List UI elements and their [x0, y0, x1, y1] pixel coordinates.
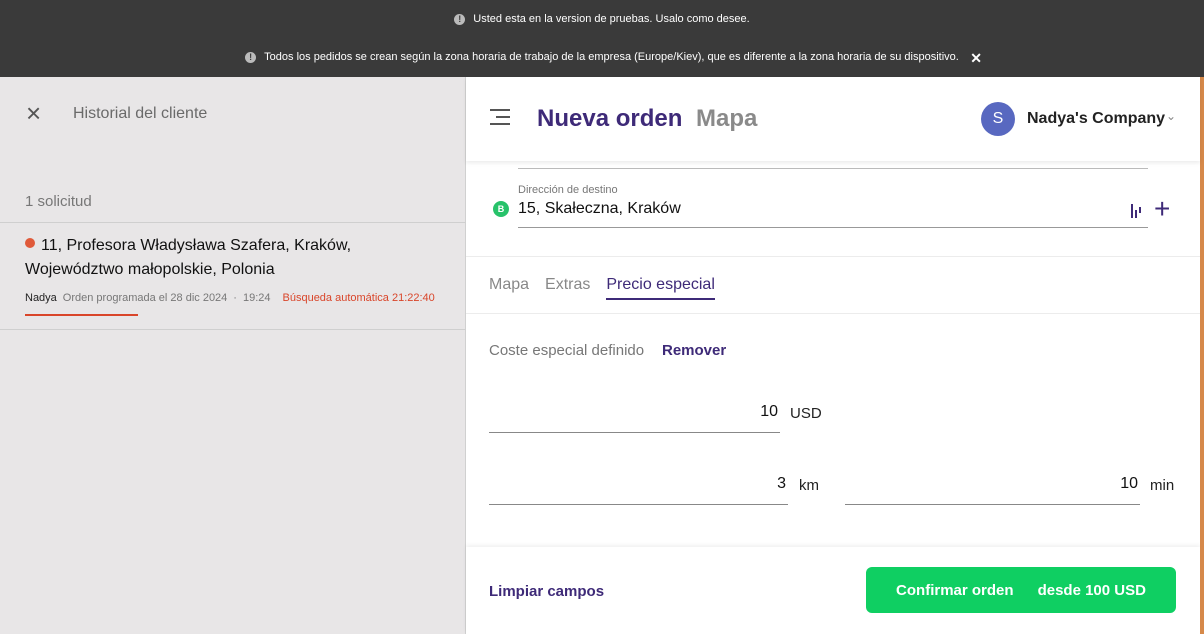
plus-icon[interactable]: +	[1154, 195, 1170, 223]
separator-dot: ·	[233, 292, 237, 304]
header: Nueva orden Mapa S Nadya's Company ⌄	[466, 77, 1200, 161]
request-status-bar	[25, 314, 138, 316]
tab-special-price[interactable]: Precio especial	[606, 276, 715, 300]
divider	[0, 222, 466, 223]
confirm-label: Confirmar orden	[896, 581, 1014, 599]
avatar[interactable]: S	[981, 102, 1015, 136]
test-notice-line: ! Usted esta en la version de pruebas. U…	[0, 13, 1204, 25]
destination-underline	[518, 227, 1148, 228]
client-history-panel: × Historial del cliente 1 solicitud 11, …	[0, 77, 466, 634]
duration-field[interactable]: 10	[845, 475, 1140, 505]
menu-icon[interactable]	[490, 109, 510, 125]
divider	[466, 313, 1200, 314]
info-icon: !	[245, 51, 257, 63]
close-icon[interactable]: ×	[26, 100, 41, 126]
price-field[interactable]: 10	[489, 403, 780, 433]
info-icon: !	[454, 13, 466, 25]
panel-title: Historial del cliente	[73, 105, 208, 122]
request-auto-search: Búsqueda automática 21:22:40	[282, 292, 435, 304]
duration-unit: min	[1150, 477, 1175, 494]
destination-input[interactable]: 15, Skałeczna, Kraków	[518, 200, 681, 218]
origin-field-underline	[518, 168, 1148, 169]
tab-extras[interactable]: Extras	[545, 276, 590, 300]
distance-unit: km	[799, 477, 819, 494]
test-mode-banner: ! Usted esta en la version de pruebas. U…	[0, 0, 1204, 77]
request-address-text: 11, Profesora Władysława Szafera, Kraków…	[25, 237, 352, 278]
distance-value: 3	[777, 475, 786, 492]
company-name[interactable]: Nadya's Company	[1027, 110, 1165, 128]
price-value: 10	[760, 403, 778, 420]
new-order-panel: Nueva orden Mapa S Nadya's Company ⌄ Dir…	[466, 77, 1200, 634]
confirm-order-button[interactable]: Confirmar orden desde 100 USD	[866, 567, 1176, 613]
list-item[interactable]: 11, Profesora Władysława Szafera, Kraków…	[25, 234, 445, 304]
map-link[interactable]: Mapa	[696, 105, 757, 133]
tabs: Mapa Extras Precio especial	[489, 276, 715, 300]
price-unit: USD	[790, 405, 822, 422]
divider	[466, 256, 1200, 257]
window-edge	[1200, 77, 1204, 634]
tab-map[interactable]: Mapa	[489, 276, 529, 300]
divider	[0, 329, 466, 330]
close-icon[interactable]: ✕	[970, 50, 982, 67]
clock-icon	[25, 238, 35, 248]
page-title: Nueva orden	[537, 105, 683, 132]
distance-field[interactable]: 3	[489, 475, 788, 505]
footer: Limpiar campos Confirmar orden desde 100…	[466, 547, 1200, 634]
clear-fields-button[interactable]: Limpiar campos	[489, 583, 604, 600]
timezone-notice-text: Todos los pedidos se crean según la zona…	[264, 51, 959, 63]
destination-label: Dirección de destino	[518, 184, 618, 196]
destination-badge: B	[493, 201, 509, 217]
request-count: 1 solicitud	[25, 193, 92, 210]
request-scheduled: Orden programada el 28 dic 2024	[62, 292, 228, 304]
duration-value: 10	[1120, 475, 1138, 492]
request-user: Nadya	[25, 292, 57, 304]
request-meta: Nadya Orden programada el 28 dic 2024 · …	[25, 292, 445, 304]
timezone-notice-line: ! Todos los pedidos se crean según la zo…	[0, 51, 1204, 63]
remove-button[interactable]: Remover	[662, 342, 726, 359]
test-notice-text: Usted esta en la version de pruebas. Usa…	[473, 13, 750, 25]
confirm-price: desde 100 USD	[1037, 581, 1146, 599]
route-icon[interactable]	[1131, 204, 1143, 218]
chevron-down-icon[interactable]: ⌄	[1166, 109, 1176, 123]
special-cost-label: Coste especial definido	[489, 342, 645, 359]
request-address: 11, Profesora Władysława Szafera, Kraków…	[25, 234, 445, 282]
request-time: 19:24	[242, 292, 271, 304]
